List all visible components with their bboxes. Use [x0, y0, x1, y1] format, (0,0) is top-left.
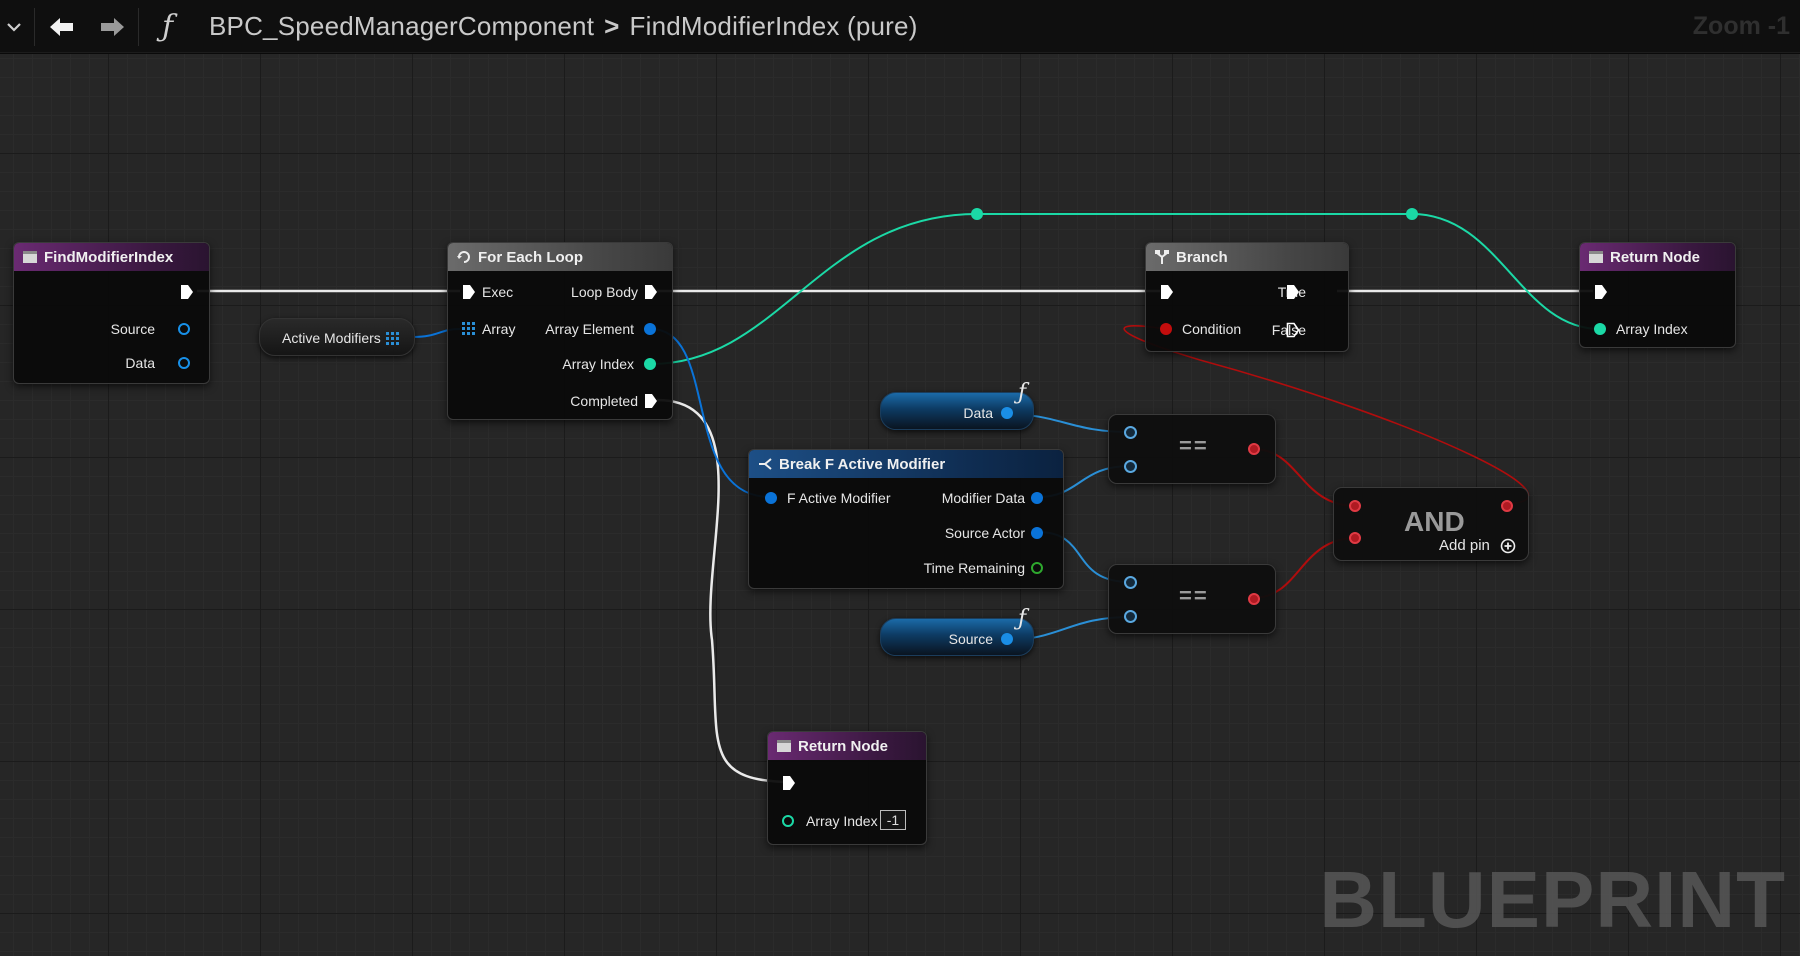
entry-pin-source-label: Source: [110, 321, 155, 337]
entry-pin-data[interactable]: [178, 357, 190, 369]
break-sourceactor-label: Source Actor: [944, 525, 1025, 541]
equal2-out-pin[interactable]: [1248, 593, 1260, 605]
return-node-top[interactable]: Return Node Array Index: [1579, 242, 1736, 348]
foreach-exec-label: Exec: [482, 284, 514, 300]
function-icon: ƒ: [162, 9, 174, 44]
active-modifiers-variable[interactable]: Active Modifiers: [259, 318, 415, 356]
array-grid-icon[interactable]: [386, 332, 400, 346]
zoom-level: Zoom -1: [1692, 12, 1790, 40]
foreach-element-label: Array Element: [545, 321, 634, 337]
branch-title: Branch: [1176, 248, 1228, 266]
foreach-element-pin[interactable]: [644, 323, 656, 335]
break-sourceactor-pin[interactable]: [1031, 527, 1043, 539]
equal1-operator: ==: [1179, 433, 1209, 458]
foreach-title: For Each Loop: [478, 248, 583, 266]
foreach-exec-in-pin[interactable]: [462, 284, 476, 300]
foreach-completed-pin[interactable]: [644, 393, 658, 409]
loop-icon: [456, 249, 472, 265]
return-icon: [1588, 249, 1604, 265]
equal1-out-pin[interactable]: [1248, 443, 1260, 455]
blueprint-watermark: BLUEPRINT: [1319, 855, 1786, 944]
equal2-a-pin[interactable]: [1124, 576, 1137, 589]
source-variable-pin[interactable]: [1001, 633, 1013, 645]
foreach-index-label: Array Index: [562, 356, 634, 372]
equal-node-1[interactable]: ==: [1108, 414, 1276, 484]
break-in-pin[interactable]: [765, 492, 777, 504]
branch-condition-label: Condition: [1182, 321, 1242, 337]
entry-pin-source[interactable]: [178, 323, 190, 335]
data-variable-label: Data: [963, 405, 993, 421]
source-variable-label: Source: [948, 631, 993, 647]
chevron-down-icon[interactable]: [4, 0, 24, 53]
equal-node-2[interactable]: ==: [1108, 564, 1276, 634]
active-modifiers-label: Active Modifiers: [282, 330, 381, 346]
arrow-right-icon[interactable]: [98, 0, 128, 53]
return-bottom-default-input[interactable]: -1: [880, 810, 906, 830]
break-struct-title: Break F Active Modifier: [779, 455, 946, 473]
return-top-exec-pin[interactable]: [1594, 284, 1608, 300]
return-bottom-exec-pin[interactable]: [782, 775, 796, 791]
foreach-array-pin[interactable]: [462, 322, 476, 336]
branch-condition-pin[interactable]: [1160, 323, 1172, 335]
break-moddata-label: Modifier Data: [941, 490, 1025, 506]
and-a-pin[interactable]: [1349, 500, 1361, 512]
return-bottom-index-pin[interactable]: [782, 815, 794, 827]
foreach-loopbody-label: Loop Body: [571, 284, 638, 300]
break-in-label: F Active Modifier: [787, 490, 891, 506]
and-out-pin[interactable]: [1501, 500, 1513, 512]
return-bottom-index-label: Array Index: [806, 813, 878, 829]
function-entry-icon: [22, 249, 38, 265]
return-icon: [776, 738, 792, 754]
return-top-title: Return Node: [1610, 248, 1700, 266]
foreach-completed-label: Completed: [570, 393, 638, 409]
source-variable[interactable]: Source: [880, 618, 1034, 656]
entry-pin-data-label: Data: [125, 355, 155, 371]
foreach-loopbody-pin[interactable]: [644, 284, 658, 300]
and-b-pin[interactable]: [1349, 532, 1361, 544]
break-timeremaining-pin[interactable]: [1031, 562, 1043, 574]
and-operator: AND: [1404, 506, 1465, 537]
foreach-index-pin[interactable]: [644, 358, 656, 370]
break-moddata-pin[interactable]: [1031, 492, 1043, 504]
exec-out-pin[interactable]: [180, 284, 194, 300]
breadcrumb-blueprint[interactable]: BPC_SpeedManagerComponent: [209, 11, 594, 42]
branch-false-pin[interactable]: [1286, 322, 1300, 338]
break-struct-icon: [757, 456, 773, 472]
branch-true-pin[interactable]: [1286, 284, 1300, 300]
and-node[interactable]: AND Add pin: [1333, 487, 1529, 561]
breadcrumb-function[interactable]: FindModifierIndex (pure): [630, 11, 918, 42]
graph-toolbar: ƒ BPC_SpeedManagerComponent > FindModifi…: [0, 0, 1800, 53]
foreach-array-label: Array: [482, 321, 516, 337]
branch-exec-in-pin[interactable]: [1160, 284, 1174, 300]
function-input-icon: ƒ: [1018, 380, 1027, 405]
break-struct-node[interactable]: Break F Active Modifier F Active Modifie…: [748, 449, 1064, 589]
branch-node[interactable]: Branch Condition True False: [1145, 242, 1349, 352]
data-variable[interactable]: Data: [880, 392, 1034, 430]
data-variable-pin[interactable]: [1001, 407, 1013, 419]
function-input-icon: ƒ: [1018, 606, 1027, 631]
equal1-b-pin[interactable]: [1124, 460, 1137, 473]
foreach-node[interactable]: For Each Loop Exec Array Loop Body Array…: [447, 242, 673, 420]
equal2-b-pin[interactable]: [1124, 610, 1137, 623]
break-timeremaining-label: Time Remaining: [923, 560, 1025, 576]
return-bottom-title: Return Node: [798, 737, 888, 755]
entry-node[interactable]: FindModifierIndex Source Data: [13, 242, 210, 384]
return-node-bottom[interactable]: Return Node Array Index -1: [767, 731, 927, 845]
equal1-a-pin[interactable]: [1124, 426, 1137, 439]
add-pin-icon[interactable]: [1500, 538, 1516, 554]
entry-node-title: FindModifierIndex: [44, 248, 174, 266]
branch-icon: [1154, 249, 1170, 265]
add-pin-label[interactable]: Add pin: [1439, 538, 1490, 554]
return-top-index-pin[interactable]: [1594, 323, 1606, 335]
equal2-operator: ==: [1179, 583, 1209, 608]
arrow-left-icon[interactable]: [46, 0, 76, 53]
breadcrumb: BPC_SpeedManagerComponent > FindModifier…: [209, 0, 918, 53]
breadcrumb-separator: >: [604, 11, 620, 41]
return-top-index-label: Array Index: [1616, 321, 1688, 337]
